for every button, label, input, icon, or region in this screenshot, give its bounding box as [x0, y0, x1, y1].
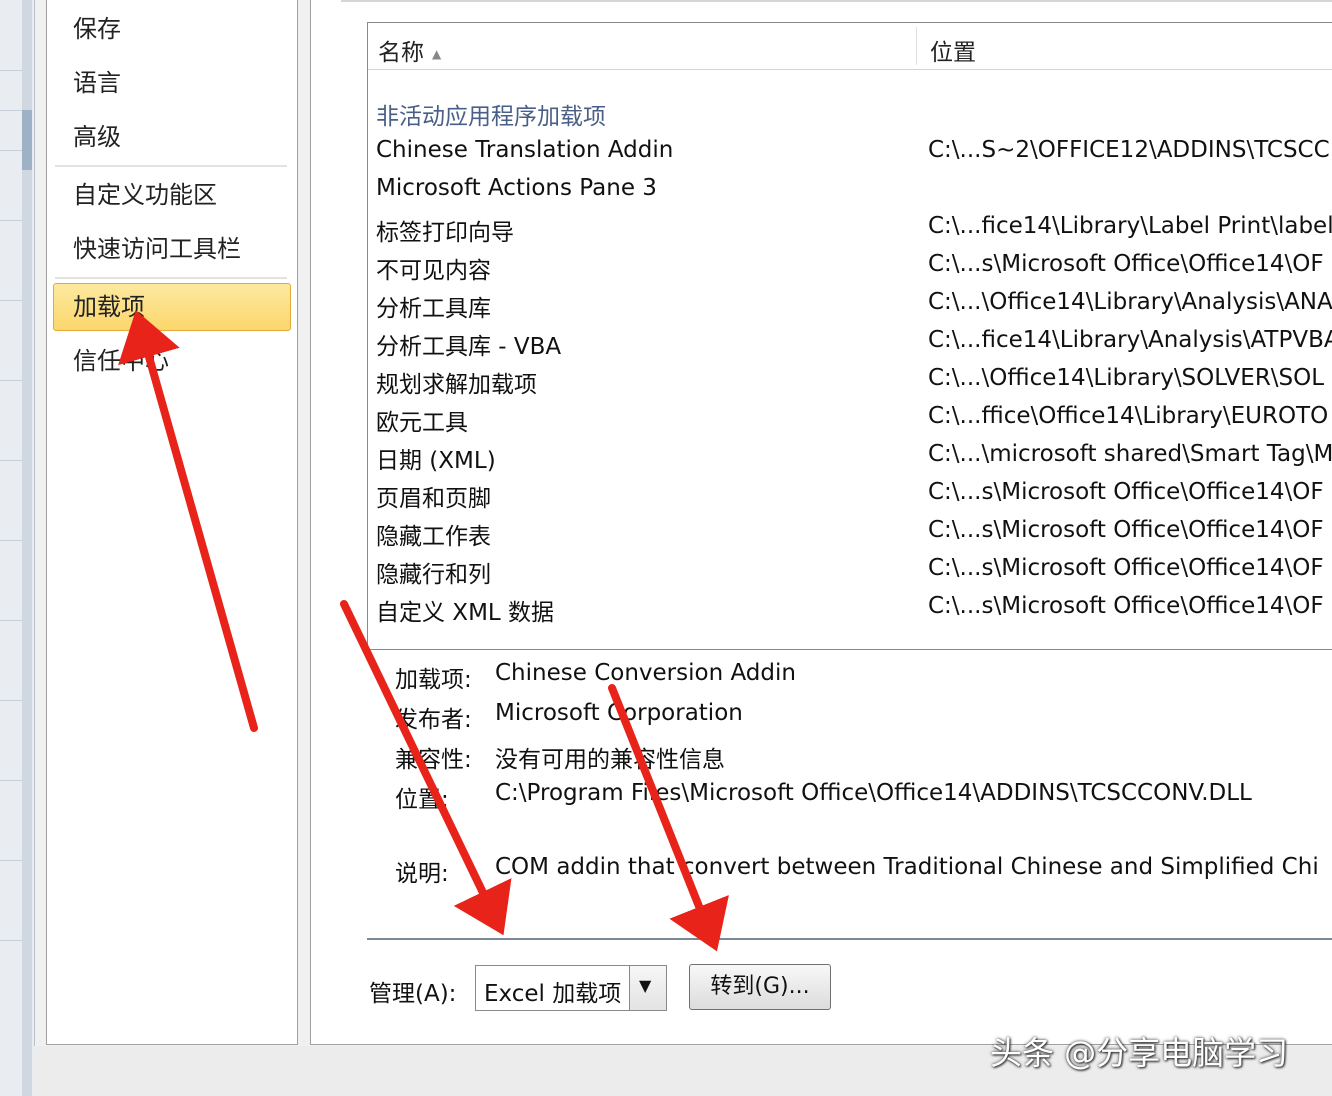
addin-name: 隐藏行和列: [376, 562, 491, 588]
gridline: [0, 460, 22, 461]
nav-item-advanced[interactable]: 高级: [73, 122, 121, 152]
top-divider: [341, 0, 1332, 2]
gridline: [0, 860, 22, 861]
addin-location: C:\...ffice\Office14\Library\EUROTO: [928, 403, 1329, 429]
excel-sheet-edge: [0, 0, 35, 1096]
nav-item-addins[interactable]: 加载项: [73, 292, 145, 322]
watermark: 头条 @分享电脑学习: [990, 1034, 1289, 1072]
gridline: [0, 380, 22, 381]
detail-compat-label: 兼容性:: [395, 747, 472, 773]
list-item[interactable]: 欧元工具 C:\...ffice\Office14\Library\EUROTO: [368, 401, 1332, 439]
list-item[interactable]: 自定义 XML 数据 C:\...s\Microsoft Office\Offic…: [368, 591, 1332, 629]
detail-location-label: 位置:: [395, 787, 449, 813]
nav-divider: [55, 277, 287, 279]
column-header-name-label: 名称: [378, 40, 424, 66]
detail-compat-value: 没有可用的兼容性信息: [495, 747, 725, 773]
addin-name: Chinese Translation Addin: [376, 137, 674, 163]
detail-publisher-value: Microsoft Corporation: [495, 700, 743, 726]
addin-name: 页眉和页脚: [376, 486, 491, 512]
addin-name: 规划求解加载项: [376, 372, 537, 398]
list-item[interactable]: 标签打印向导 C:\...fice14\Library\Label Print\l…: [368, 211, 1332, 249]
list-item[interactable]: 隐藏工作表 C:\...s\Microsoft Office\Office14\O…: [368, 515, 1332, 553]
gridline: [0, 220, 22, 221]
scrollbar-thumb[interactable]: [22, 110, 32, 170]
addin-location: C:\...\Office14\Library\SOLVER\SOL: [928, 365, 1325, 391]
addins-list[interactable]: 名称 ▲ 位置 非活动应用程序加载项 Chinese Translation Ad…: [367, 22, 1332, 650]
addin-location: C:\...S~2\OFFICE12\ADDINS\TCSCC: [928, 137, 1330, 163]
detail-addin-label: 加载项:: [395, 667, 472, 693]
sort-ascending-icon: ▲: [432, 46, 442, 61]
options-nav-pane: 保存 语言 高级 自定义功能区 快速访问工具栏 加载项 信任中心: [46, 0, 298, 1045]
addin-name: 欧元工具: [376, 410, 468, 436]
gridline: [0, 150, 22, 151]
addin-name: 分析工具库: [376, 296, 491, 322]
list-item[interactable]: 页眉和页脚 C:\...s\Microsoft Office\Office14\O…: [368, 477, 1332, 515]
nav-item-language[interactable]: 语言: [73, 68, 121, 98]
column-header-location[interactable]: 位置: [930, 33, 976, 67]
gridline: [0, 540, 22, 541]
manage-dropdown[interactable]: Excel 加载项 ▼: [475, 965, 667, 1011]
list-header: 名称 ▲ 位置: [368, 23, 1332, 70]
nav-item-save[interactable]: 保存: [73, 14, 121, 44]
nav-divider: [55, 165, 287, 167]
addin-location: C:\...fice14\Library\Analysis\ATPVBA: [928, 327, 1332, 353]
gridline: [0, 940, 22, 941]
column-divider[interactable]: [916, 27, 917, 65]
addin-location: C:\...\microsoft shared\Smart Tag\M: [928, 441, 1332, 467]
list-item[interactable]: 日期 (XML) C:\...\microsoft shared\Smart Ta…: [368, 439, 1332, 477]
list-item[interactable]: Microsoft Actions Pane 3: [368, 173, 1332, 211]
chevron-down-icon: ▼: [639, 976, 652, 995]
addin-name: 分析工具库 - VBA: [376, 334, 562, 360]
gridline: [0, 110, 22, 111]
addin-name: 不可见内容: [376, 258, 491, 284]
nav-item-trust-center[interactable]: 信任中心: [73, 346, 169, 376]
list-item[interactable]: 分析工具库 - VBA C:\...fice14\Library\Analysis…: [368, 325, 1332, 363]
detail-publisher-label: 发布者:: [395, 707, 472, 733]
detail-desc-value: COM addin that convert between Tradition…: [495, 854, 1319, 880]
detail-addin-value: Chinese Conversion Addin: [495, 660, 796, 686]
addin-name: 标签打印向导: [376, 220, 514, 246]
gridline: [0, 700, 22, 701]
column-header-name[interactable]: 名称 ▲: [378, 33, 441, 67]
addin-name: 自定义 XML 数据: [376, 600, 555, 626]
addin-location: C:\...s\Microsoft Office\Office14\OF: [928, 251, 1324, 277]
group-title-inactive-addins: 非活动应用程序加载项: [376, 104, 606, 130]
gridline: [0, 300, 22, 301]
detail-desc-label: 说明:: [395, 861, 449, 887]
go-button[interactable]: 转到(G)...: [689, 964, 831, 1010]
addin-location: C:\...fice14\Library\Label Print\label: [928, 213, 1332, 239]
addin-name: 日期 (XML): [376, 448, 496, 474]
manage-label: 管理(A):: [369, 981, 457, 1007]
nav-item-customize-ribbon[interactable]: 自定义功能区: [73, 180, 217, 210]
manage-dropdown-value: Excel 加载项: [484, 981, 622, 1007]
addin-name: Microsoft Actions Pane 3: [376, 175, 657, 201]
addin-location: C:\...s\Microsoft Office\Office14\OF: [928, 517, 1324, 543]
detail-location-value: C:\Program Files\Microsoft Office\Office…: [495, 780, 1252, 806]
list-item[interactable]: 不可见内容 C:\...s\Microsoft Office\Office14\O…: [368, 249, 1332, 287]
list-item[interactable]: 规划求解加载项 C:\...\Office14\Library\SOLVER\SO…: [368, 363, 1332, 401]
addin-name: 隐藏工作表: [376, 524, 491, 550]
addins-main-panel: 名称 ▲ 位置 非活动应用程序加载项 Chinese Translation Ad…: [310, 0, 1332, 1045]
gridline: [0, 620, 22, 621]
list-item[interactable]: 分析工具库 C:\...\Office14\Library\Analysis\AN…: [368, 287, 1332, 325]
nav-item-quick-access-toolbar[interactable]: 快速访问工具栏: [73, 234, 241, 264]
bottom-divider: [367, 938, 1332, 940]
gridline: [0, 70, 22, 71]
addin-location: C:\...\Office14\Library\Analysis\ANA: [928, 289, 1332, 315]
addin-location: C:\...s\Microsoft Office\Office14\OF: [928, 555, 1324, 581]
addin-location: C:\...s\Microsoft Office\Office14\OF: [928, 479, 1324, 505]
addin-location: C:\...s\Microsoft Office\Office14\OF: [928, 593, 1324, 619]
gridline: [0, 780, 22, 781]
list-item[interactable]: 隐藏行和列 C:\...s\Microsoft Office\Office14\O…: [368, 553, 1332, 591]
list-item[interactable]: Chinese Translation Addin C:\...S~2\OFFIC…: [368, 135, 1332, 173]
dropdown-button[interactable]: ▼: [629, 966, 666, 1010]
